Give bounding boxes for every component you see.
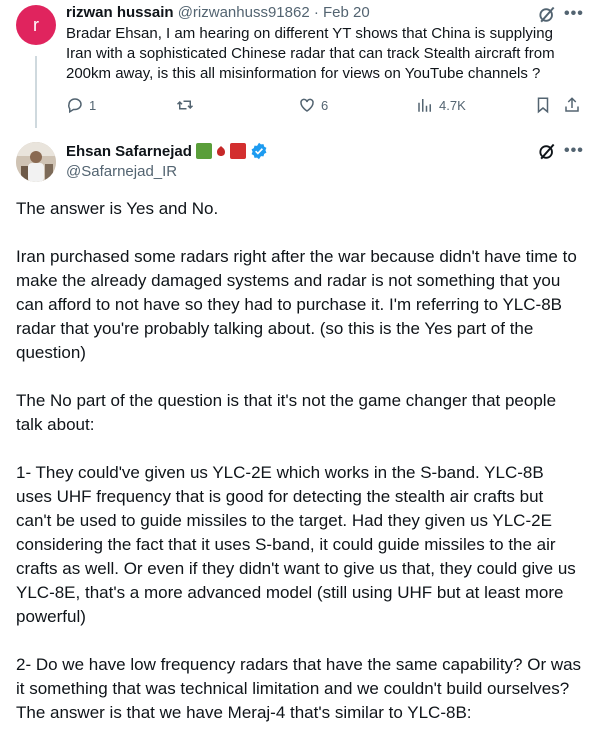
bookmark-icon: [537, 97, 549, 114]
heart-icon: [300, 98, 314, 112]
reply-count: 1: [89, 97, 97, 113]
thread-connector-line: [35, 56, 37, 128]
main-author-name[interactable]: Ehsan Safarnejad: [66, 143, 192, 160]
reply-text: Bradar Ehsan, I am hearing on different …: [66, 25, 555, 82]
views-action[interactable]: 4.7K: [416, 96, 466, 114]
like-count: 6: [321, 97, 329, 113]
post-paragraph: Iran purchased some radars right after t…: [16, 247, 577, 362]
main-more-button[interactable]: •••: [564, 142, 584, 160]
separator-dot: ·: [313, 4, 319, 21]
post-paragraph: The No part of the question is that it's…: [16, 391, 557, 434]
post-paragraph: The answer is Yes and No.: [16, 199, 219, 218]
share-icon: [565, 97, 579, 112]
avatar-letter: r: [33, 14, 39, 35]
reply-action-bar: 1 6 4.7K: [66, 96, 586, 118]
view-count: 4.7K: [439, 97, 466, 113]
post-paragraph: 1- They could've given us YLC-2E which w…: [16, 463, 576, 626]
reply-icon: [68, 98, 82, 114]
main-author-row: Ehsan Safarnejad: [66, 142, 268, 160]
author-avatar[interactable]: [16, 142, 56, 182]
grok-icon[interactable]: [537, 142, 557, 162]
main-author-handle[interactable]: @Safarnejad_IR: [66, 163, 177, 180]
like-action[interactable]: 6: [298, 96, 328, 114]
verified-badge-icon: [251, 142, 267, 160]
views-icon: [418, 99, 431, 112]
red-flag-emoji: [229, 143, 246, 159]
post-body: The answer is Yes and No. Iran purchased…: [16, 197, 582, 749]
post-paragraph: 2- Do we have low frequency radars that …: [16, 655, 582, 722]
reply-author-handle[interactable]: @rizwanhuss91862: [178, 4, 310, 21]
retweet-icon: [176, 100, 194, 110]
green-flag-emoji: [195, 143, 212, 159]
bookmark-action[interactable]: [534, 96, 552, 114]
grok-icon[interactable]: [537, 5, 557, 25]
author-photo: [16, 142, 56, 182]
emblem-icon: [216, 146, 225, 156]
reply-more-button[interactable]: •••: [564, 5, 584, 23]
avatar[interactable]: r: [16, 5, 56, 45]
reply-header: rizwan hussain @rizwanhuss91862 · Feb 20: [66, 4, 370, 21]
reply-date[interactable]: Feb 20: [323, 4, 370, 21]
share-action[interactable]: [563, 96, 581, 114]
reply-author-name[interactable]: rizwan hussain: [66, 4, 174, 21]
reply-action[interactable]: 1: [66, 96, 96, 114]
retweet-action[interactable]: [176, 96, 199, 114]
